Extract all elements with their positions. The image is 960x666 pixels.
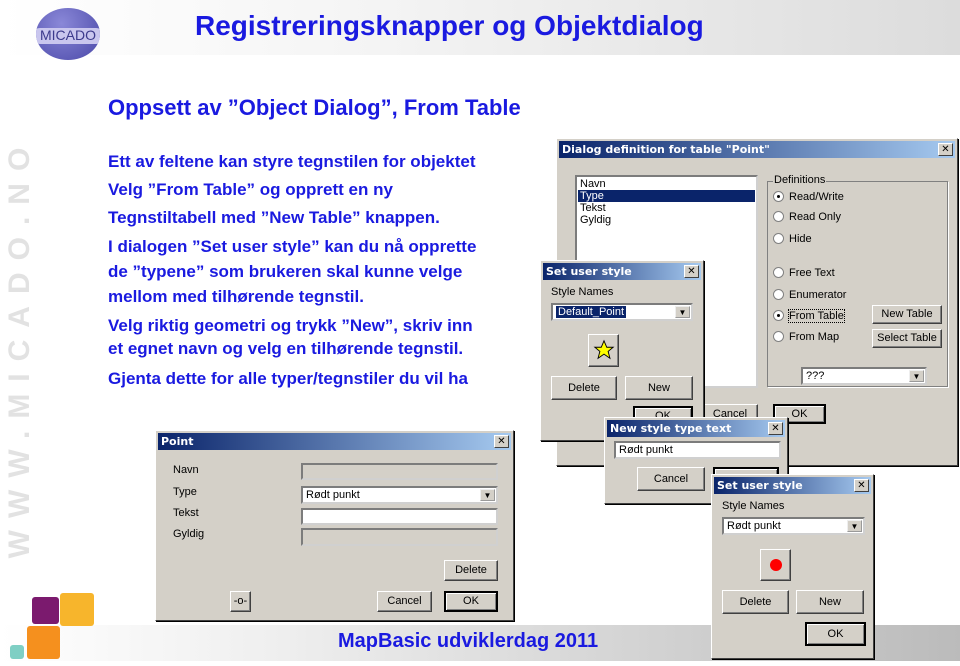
style-name-input[interactable]: Rødt punkt bbox=[614, 441, 781, 459]
title-bar: Set user style ✕ bbox=[543, 263, 701, 280]
delete-button[interactable]: Delete bbox=[444, 560, 498, 581]
radio-from-table[interactable]: From Table bbox=[773, 309, 845, 323]
cancel-button[interactable]: Cancel bbox=[377, 591, 432, 612]
ok-button[interactable]: OK bbox=[444, 591, 498, 612]
field-label: Tekst bbox=[173, 507, 199, 519]
close-icon[interactable]: ✕ bbox=[684, 265, 699, 278]
set-user-style-dialog: Set user style ✕ Style Names Default_Poin… bbox=[540, 260, 704, 441]
close-icon[interactable]: ✕ bbox=[494, 435, 509, 448]
radio-label: Free Text bbox=[789, 267, 835, 279]
micado-logo: MICADO bbox=[36, 8, 100, 60]
decor-square bbox=[60, 593, 94, 626]
new-button[interactable]: New bbox=[796, 590, 864, 614]
navn-field bbox=[301, 463, 498, 480]
chevron-down-icon[interactable]: ▼ bbox=[847, 520, 862, 532]
symbol-button[interactable]: -o- bbox=[230, 591, 251, 612]
gyldig-field bbox=[301, 528, 498, 546]
list-item[interactable]: Navn bbox=[578, 178, 755, 190]
radio-label: Hide bbox=[789, 233, 812, 245]
radio-label: From Table bbox=[788, 309, 845, 323]
close-icon[interactable]: ✕ bbox=[938, 143, 953, 156]
radio-read-only[interactable]: Read Only bbox=[773, 211, 841, 223]
delete-button[interactable]: Delete bbox=[551, 376, 617, 400]
ok-button[interactable]: OK bbox=[805, 622, 866, 646]
symbol-button[interactable] bbox=[588, 334, 619, 367]
radio-label: Read/Write bbox=[789, 191, 844, 203]
style-names-combo[interactable]: Rødt punkt ▼ bbox=[722, 517, 865, 535]
body-line: Gjenta dette for alle typer/tegnstiler d… bbox=[108, 369, 468, 388]
body-line: Velg riktig geometri og trykk ”New”, skr… bbox=[108, 316, 473, 335]
close-icon[interactable]: ✕ bbox=[768, 422, 783, 435]
body-line: mellom med tilhørende tegnstil. bbox=[108, 287, 364, 306]
radio-label: Read Only bbox=[789, 211, 841, 223]
list-item[interactable]: Type bbox=[578, 190, 755, 202]
new-button[interactable]: New bbox=[625, 376, 693, 400]
title-bar: Dialog definition for table "Point" ✕ bbox=[559, 141, 955, 158]
chevron-down-icon[interactable]: ▼ bbox=[909, 370, 924, 382]
footer-text: MapBasic udviklerdag 2011 bbox=[338, 630, 599, 652]
title-bar: Set user style ✕ bbox=[714, 477, 871, 494]
dialog-title: Point bbox=[161, 435, 194, 448]
body-line: et egnet navn og velg en tilhørende tegn… bbox=[108, 339, 464, 358]
tekst-input[interactable] bbox=[301, 508, 498, 525]
dialog-title: Set user style bbox=[546, 265, 632, 278]
set-user-style-dialog: Set user style ✕ Style Names Rødt punkt ▼ … bbox=[711, 474, 874, 659]
logo-text: MICADO bbox=[40, 27, 96, 43]
field-label: Navn bbox=[173, 464, 199, 476]
body-line: Velg ”From Table” og opprett en ny bbox=[108, 180, 393, 199]
radio-label: Enumerator bbox=[789, 289, 847, 301]
combo-value: Rødt punkt bbox=[306, 489, 360, 501]
type-combo[interactable]: Rødt punkt ▼ bbox=[301, 486, 498, 504]
combo-value: ??? bbox=[806, 370, 825, 382]
point-object-dialog: Point ✕ Navn Type Tekst Gyldig Rødt punkt… bbox=[155, 430, 514, 621]
decor-square bbox=[10, 645, 24, 659]
dialog-title: Dialog definition for table "Point" bbox=[562, 143, 770, 156]
style-names-label: Style Names bbox=[722, 500, 785, 512]
combo-value: Default_Point bbox=[556, 306, 627, 318]
radio-from-map[interactable]: From Map bbox=[773, 331, 839, 343]
field-label: Type bbox=[173, 486, 197, 498]
decor-square bbox=[27, 626, 60, 659]
decor-square bbox=[32, 597, 59, 624]
radio-hide[interactable]: Hide bbox=[773, 233, 812, 245]
star-icon bbox=[593, 339, 614, 360]
list-item[interactable]: Gyldig bbox=[578, 214, 755, 226]
cancel-button[interactable]: Cancel bbox=[637, 467, 705, 491]
body-line: I dialogen ”Set user style” kan du nå op… bbox=[108, 237, 477, 256]
select-table-button[interactable]: Select Table bbox=[872, 329, 942, 348]
combo-value: Rødt punkt bbox=[727, 520, 781, 532]
close-icon[interactable]: ✕ bbox=[854, 479, 869, 492]
field-label: Gyldig bbox=[173, 528, 205, 540]
radio-label: From Map bbox=[789, 331, 840, 343]
new-table-button[interactable]: New Table bbox=[872, 305, 942, 324]
radio-free-text[interactable]: Free Text bbox=[773, 267, 835, 279]
body-line: de ”typene” som brukeren skal kunne velg… bbox=[108, 262, 463, 281]
chevron-down-icon[interactable]: ▼ bbox=[480, 489, 495, 501]
body-line: Ett av feltene kan styre tegnstilen for … bbox=[108, 152, 476, 171]
radio-enumerator[interactable]: Enumerator bbox=[773, 289, 846, 301]
watermark: WWW.MICADO.NO bbox=[3, 135, 36, 559]
table-combo[interactable]: ??? ▼ bbox=[801, 367, 927, 385]
red-dot-icon bbox=[769, 559, 782, 571]
slide-title: Registreringsknapper og Objektdialog bbox=[195, 10, 704, 41]
style-names-combo[interactable]: Default_Point ▼ bbox=[551, 303, 693, 321]
dialog-title: New style type text bbox=[610, 422, 732, 435]
title-bar: Point ✕ bbox=[158, 433, 511, 450]
title-bar: New style type text ✕ bbox=[607, 420, 785, 437]
chevron-down-icon[interactable]: ▼ bbox=[675, 306, 690, 318]
slide-subtitle: Oppsett av ”Object Dialog”, From Table bbox=[108, 95, 521, 120]
group-label: Definitions bbox=[773, 174, 827, 186]
symbol-button[interactable] bbox=[760, 549, 791, 581]
radio-read-write[interactable]: Read/Write bbox=[773, 191, 844, 203]
body-line: Tegnstiltabell med ”New Table” knappen. bbox=[108, 208, 440, 227]
style-names-label: Style Names bbox=[551, 286, 614, 298]
delete-button[interactable]: Delete bbox=[722, 590, 789, 614]
list-item[interactable]: Tekst bbox=[578, 202, 755, 214]
dialog-title: Set user style bbox=[717, 479, 803, 492]
